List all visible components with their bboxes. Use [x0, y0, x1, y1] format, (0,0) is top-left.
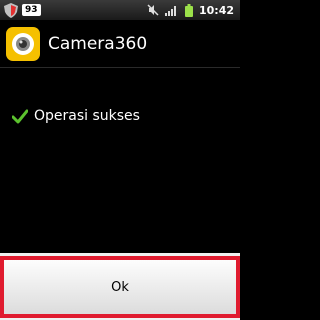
message-row: Operasi sukses: [12, 108, 140, 124]
check-icon: [12, 109, 28, 124]
ok-button[interactable]: Ok: [0, 256, 240, 318]
mute-icon: [147, 4, 159, 16]
status-bar: 93 10:42: [0, 0, 240, 20]
success-message: Operasi sukses: [34, 108, 140, 124]
dialog-header: Camera360: [0, 22, 240, 66]
notification-count-badge: 93: [22, 4, 41, 16]
camera360-icon: [6, 27, 40, 61]
signal-icon: [164, 6, 176, 16]
app-title: Camera360: [48, 34, 148, 54]
status-left: 93: [4, 2, 41, 18]
button-bar: Ok: [0, 253, 240, 320]
shield-icon: [4, 2, 18, 18]
clock: 10:42: [198, 3, 234, 17]
battery-icon: [184, 3, 193, 17]
status-right: 10:42: [147, 3, 234, 17]
header-divider: [0, 67, 240, 68]
